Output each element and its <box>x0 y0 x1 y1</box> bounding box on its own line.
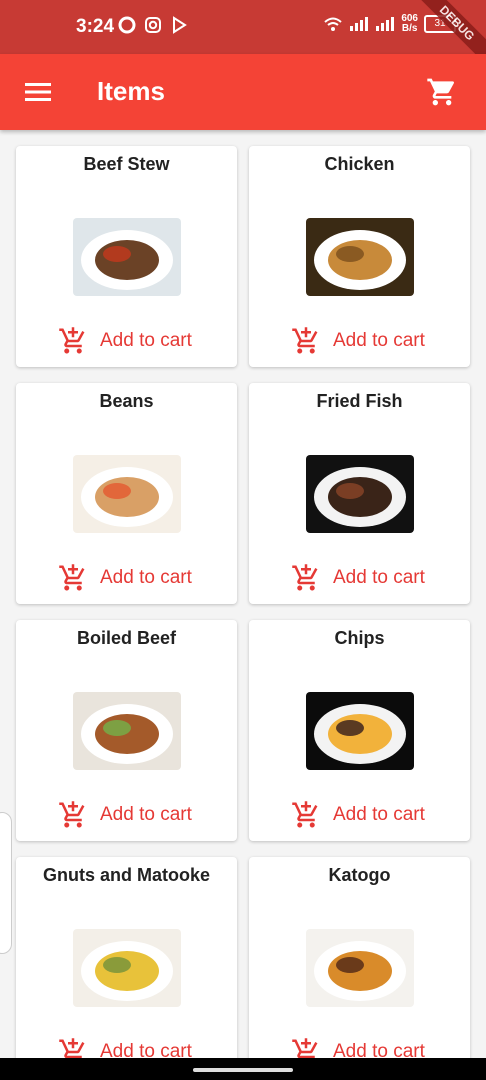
instagram-icon <box>145 17 161 33</box>
status-time: 3:24 <box>76 16 115 37</box>
item-card: Boiled Beef Add to cart <box>16 620 237 841</box>
items-grid: Beef Stew Add to cart Chicken Add to car… <box>16 146 470 1078</box>
add-to-cart-label: Add to cart <box>333 804 425 825</box>
item-photo <box>306 692 414 770</box>
add-to-cart-label: Add to cart <box>100 330 192 351</box>
add-to-cart-button[interactable]: Add to cart <box>291 800 425 830</box>
side-drawer-handle[interactable] <box>0 812 12 954</box>
signal-icon <box>350 17 369 31</box>
add-shopping-cart-icon <box>59 564 85 591</box>
item-card: Katogo Add to cart <box>249 857 470 1078</box>
item-photo <box>306 929 414 1007</box>
item-name: Gnuts and Matooke <box>42 865 210 885</box>
add-to-cart-label: Add to cart <box>333 330 425 351</box>
item-card: Chicken Add to cart <box>249 146 470 367</box>
app-bar: Items <box>0 54 486 130</box>
add-to-cart-label: Add to cart <box>100 567 192 588</box>
play-store-icon <box>173 16 187 34</box>
add-shopping-cart-icon <box>292 327 318 354</box>
add-shopping-cart-icon <box>59 327 85 354</box>
opera-icon <box>118 16 136 34</box>
cart-icon[interactable] <box>426 76 458 108</box>
page-title: Items <box>97 76 165 106</box>
add-to-cart-button[interactable]: Add to cart <box>58 563 192 593</box>
item-photo <box>73 929 181 1007</box>
item-photo <box>73 455 181 533</box>
item-photo <box>73 218 181 296</box>
item-name: Beef Stew <box>83 154 170 174</box>
menu-icon[interactable] <box>24 78 52 106</box>
add-to-cart-button[interactable]: Add to cart <box>291 563 425 593</box>
add-to-cart-button[interactable]: Add to cart <box>58 800 192 830</box>
item-card: Beef Stew Add to cart <box>16 146 237 367</box>
item-card: Gnuts and Matooke Add to cart <box>16 857 237 1078</box>
net-speed: 606 B/s <box>401 14 418 34</box>
item-name: Fried Fish <box>316 391 403 411</box>
item-name: Chicken <box>324 154 395 174</box>
item-card: Beans Add to cart <box>16 383 237 604</box>
item-card: Fried Fish Add to cart <box>249 383 470 604</box>
add-to-cart-label: Add to cart <box>333 567 425 588</box>
add-shopping-cart-icon <box>292 564 318 591</box>
status-bar: 3:24 606 B/s 31 <box>0 0 486 54</box>
item-name: Katogo <box>328 865 391 885</box>
navigation-bar <box>0 1058 486 1080</box>
add-to-cart-label: Add to cart <box>100 804 192 825</box>
net-speed-unit: B/s <box>401 23 418 34</box>
item-name: Boiled Beef <box>76 628 177 648</box>
item-name: Chips <box>334 628 385 648</box>
home-indicator[interactable] <box>193 1068 293 1072</box>
item-card: Chips Add to cart <box>249 620 470 841</box>
add-shopping-cart-icon <box>59 801 85 828</box>
item-photo <box>73 692 181 770</box>
wifi-icon <box>324 17 342 31</box>
add-to-cart-button[interactable]: Add to cart <box>291 326 425 356</box>
item-name: Beans <box>99 391 154 411</box>
item-photo <box>306 455 414 533</box>
signal-icon-2 <box>376 17 395 31</box>
add-shopping-cart-icon <box>292 801 318 828</box>
add-to-cart-button[interactable]: Add to cart <box>58 326 192 356</box>
item-photo <box>306 218 414 296</box>
